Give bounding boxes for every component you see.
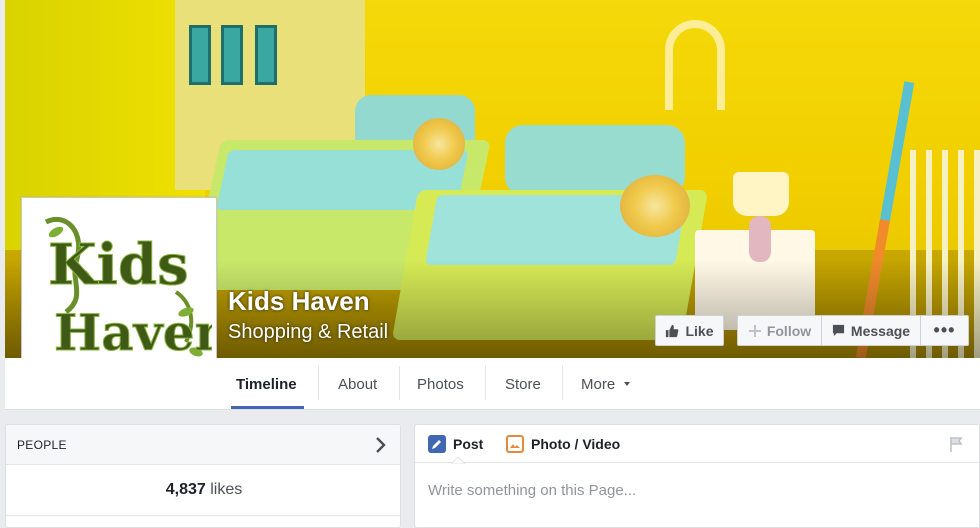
cover-lamp-base <box>749 216 771 262</box>
cover-lamp <box>733 172 789 216</box>
active-tab-indicator <box>231 406 304 409</box>
post-composer: Post Photo / Video Write something on th… <box>414 424 980 528</box>
message-button[interactable]: Message <box>821 315 921 346</box>
tab-more-label: More <box>581 375 616 393</box>
tab-store[interactable]: Store <box>505 358 541 410</box>
plus-icon <box>748 324 761 337</box>
nav-divider <box>399 366 400 400</box>
pencil-icon <box>428 435 446 453</box>
nav-divider <box>318 366 319 400</box>
page-nav: Timeline About Photos Store More <box>5 358 980 410</box>
composer-tab-photo-label: Photo / Video <box>531 436 621 452</box>
composer-tab-post-label: Post <box>453 436 484 452</box>
ellipsis-icon: ••• <box>933 320 956 340</box>
flag-icon[interactable] <box>949 436 965 452</box>
active-tab-caret <box>451 456 465 464</box>
tab-about-label: About <box>338 375 378 393</box>
tab-store-label: Store <box>505 375 541 393</box>
nav-divider <box>562 366 563 400</box>
tab-timeline[interactable]: Timeline <box>236 358 297 410</box>
photo-icon <box>506 435 524 453</box>
page-category[interactable]: Shopping & Retail <box>228 321 388 344</box>
thumbs-up-icon <box>666 324 679 337</box>
like-button[interactable]: Like <box>655 315 724 346</box>
people-divider <box>6 515 400 516</box>
tab-more[interactable]: More <box>581 358 631 410</box>
like-button-label: Like <box>685 322 714 339</box>
people-panel: PEOPLE 4,837 likes <box>5 424 401 528</box>
likes-count-row[interactable]: 4,837 likes <box>6 481 402 499</box>
composer-tab-photo-video[interactable]: Photo / Video <box>506 435 620 453</box>
svg-text:Kids: Kids <box>48 232 189 298</box>
chevron-right-icon[interactable] <box>374 435 388 455</box>
tab-timeline-label: Timeline <box>236 375 297 393</box>
people-header[interactable]: PEOPLE <box>6 425 400 465</box>
tab-photos-label: Photos <box>417 375 464 393</box>
likes-count: 4,837 <box>165 481 206 498</box>
caret-down-icon <box>624 382 631 386</box>
cover-letter-decoration <box>665 20 725 110</box>
more-options-button[interactable]: ••• <box>920 315 969 346</box>
message-button-label: Message <box>850 322 911 339</box>
tab-about[interactable]: About <box>338 358 377 410</box>
follow-button-label: Follow <box>766 322 812 339</box>
cover-cushion <box>413 118 465 170</box>
composer-tab-post[interactable]: Post <box>428 435 483 453</box>
likes-label: likes <box>210 481 243 498</box>
page-title[interactable]: Kids Haven <box>228 286 370 317</box>
nav-divider <box>485 366 486 400</box>
people-header-label: PEOPLE <box>17 437 67 452</box>
composer-tabs: Post Photo / Video <box>415 425 979 463</box>
follow-button[interactable]: Follow <box>737 315 822 346</box>
cover-cushion <box>620 175 690 237</box>
composer-input[interactable]: Write something on this Page... <box>428 482 636 499</box>
message-icon <box>832 324 844 337</box>
svg-text:Haven: Haven <box>54 303 212 362</box>
tab-photos[interactable]: Photos <box>417 358 464 410</box>
